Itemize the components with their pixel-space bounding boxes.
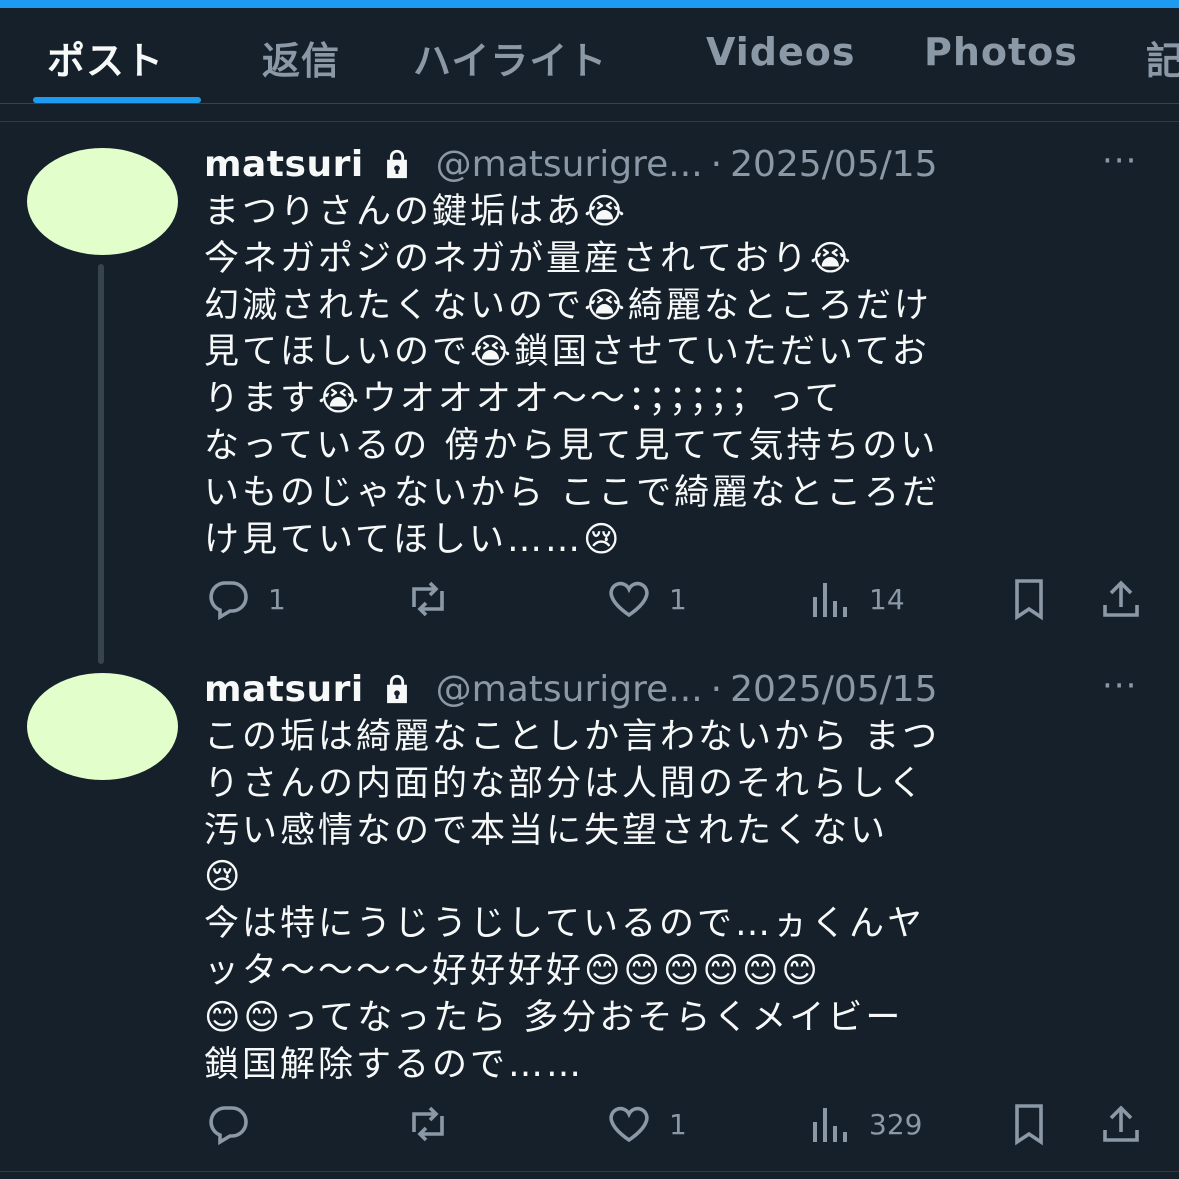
avatar[interactable] xyxy=(27,148,178,255)
like-button[interactable]: 1 xyxy=(605,574,687,624)
top-accent-bar xyxy=(0,0,1179,8)
separator-dot: · xyxy=(710,143,723,185)
user-handle[interactable]: @matsurigre... xyxy=(436,669,703,710)
more-options-icon[interactable]: ··· xyxy=(1102,666,1137,706)
heart-icon xyxy=(609,1106,649,1143)
tweet-text-line: け見ていてほしい……😢 xyxy=(204,519,623,560)
reply-count: 1 xyxy=(268,582,286,616)
bookmark-button[interactable] xyxy=(1005,574,1053,624)
tab-posts[interactable]: ポスト xyxy=(47,30,164,85)
tweet-text: この垢は綺麗なことしか言わないから まつ りさんの内面的な部分は人間のそれらしく… xyxy=(204,714,1144,1088)
views-icon xyxy=(813,1108,847,1142)
view-count: 14 xyxy=(869,582,905,616)
views-button[interactable]: 14 xyxy=(805,574,905,624)
tweet-text-line: 汚い感情なので本当に失望されたくない xyxy=(204,810,889,851)
display-name[interactable]: matsuri xyxy=(204,144,364,185)
tweet-text-line: りさんの内面的な部分は人間のそれらしく xyxy=(204,763,927,804)
lock-icon xyxy=(386,149,407,179)
tweet-text-line: 今は特にうじうじしているので…ヵくんヤ xyxy=(204,904,925,945)
tweet-text-line: 幻滅されたくないので😭綺麗なところだけ xyxy=(204,285,932,326)
retweet-button[interactable] xyxy=(404,574,468,624)
like-count: 1 xyxy=(669,1107,687,1141)
display-name[interactable]: matsuri xyxy=(204,669,364,710)
avatar[interactable] xyxy=(27,673,178,780)
tweet-text-line: ッタ〜〜〜〜好好好好😊😊😊😊😊😊 xyxy=(204,950,821,991)
tab-photos[interactable]: Photos xyxy=(924,30,1078,74)
views-button[interactable]: 329 xyxy=(805,1099,922,1149)
divider xyxy=(0,121,1179,122)
tweet-date[interactable]: 2025/05/15 xyxy=(730,144,938,185)
profile-tabs: ポスト 返信 ハイライト Videos Photos 記 xyxy=(0,8,1179,104)
more-options-icon[interactable]: ··· xyxy=(1102,141,1137,181)
tweet-text-line: 鎖国解除するので…… xyxy=(204,1044,585,1085)
tab-highlights[interactable]: ハイライト xyxy=(413,30,607,85)
tweet-header: matsuri @matsurigre... · 2025/05/15 xyxy=(204,141,938,187)
tweet-text-line: 見てほしいので😭鎖国させていただいてお xyxy=(204,332,930,373)
retweet-icon xyxy=(412,1106,444,1142)
share-button[interactable] xyxy=(1097,574,1145,624)
bookmark-button[interactable] xyxy=(1005,1099,1053,1149)
tweet-text-line: いものじゃないから ここで綺麗なところだ xyxy=(204,472,941,513)
tweet-text: まつりさんの鍵垢はあ😭 今ネガポジのネガが量産されており😭 幻滅されたくないので… xyxy=(204,189,1144,563)
reply-icon xyxy=(209,1106,248,1146)
reply-icon xyxy=(209,581,248,621)
tweet-text-line: 😢 xyxy=(204,857,244,898)
tweet-actions: 1 1 14 xyxy=(0,574,1179,624)
tweet-actions: 1 329 xyxy=(0,1099,1179,1149)
user-handle[interactable]: @matsurigre... xyxy=(436,144,703,185)
tweet-header: matsuri @matsurigre... · 2025/05/15 xyxy=(204,666,938,712)
heart-icon xyxy=(609,581,649,618)
share-icon xyxy=(1103,580,1139,617)
bookmark-icon xyxy=(1015,1104,1043,1146)
tab-videos[interactable]: Videos xyxy=(706,30,855,74)
reply-button[interactable] xyxy=(204,1099,268,1149)
reply-button[interactable]: 1 xyxy=(204,574,286,624)
tweet-text-line: ります😭ウオオオオ〜〜：；；；；；って xyxy=(204,379,843,420)
separator-dot: · xyxy=(710,668,723,710)
views-icon xyxy=(813,583,847,617)
tweet-text-line: 😊😊ってなったら 多分おそらくメイビー xyxy=(204,997,904,1038)
view-count: 329 xyxy=(869,1107,923,1141)
tweet-text-line: まつりさんの鍵垢はあ😭 xyxy=(204,192,628,232)
share-icon xyxy=(1103,1105,1139,1142)
retweet-button[interactable] xyxy=(404,1099,468,1149)
retweet-icon xyxy=(412,581,444,617)
divider xyxy=(0,1171,1179,1172)
tweet-date[interactable]: 2025/05/15 xyxy=(730,669,938,710)
like-count: 1 xyxy=(669,582,687,616)
tab-articles[interactable]: 記 xyxy=(1146,30,1179,85)
share-button[interactable] xyxy=(1097,1099,1145,1149)
like-button[interactable]: 1 xyxy=(605,1099,687,1149)
tweet-text-line: なっているの 傍から見て見てて気持ちのい xyxy=(204,425,939,466)
bookmark-icon xyxy=(1015,579,1043,621)
active-tab-indicator xyxy=(33,97,201,103)
tweet-text-line: 今ネガポジのネガが量産されており😭 xyxy=(204,238,854,279)
lock-icon xyxy=(386,674,407,704)
tab-replies[interactable]: 返信 xyxy=(262,30,340,85)
tweet-text-line: この垢は綺麗なことしか言わないから まつ xyxy=(204,717,941,757)
